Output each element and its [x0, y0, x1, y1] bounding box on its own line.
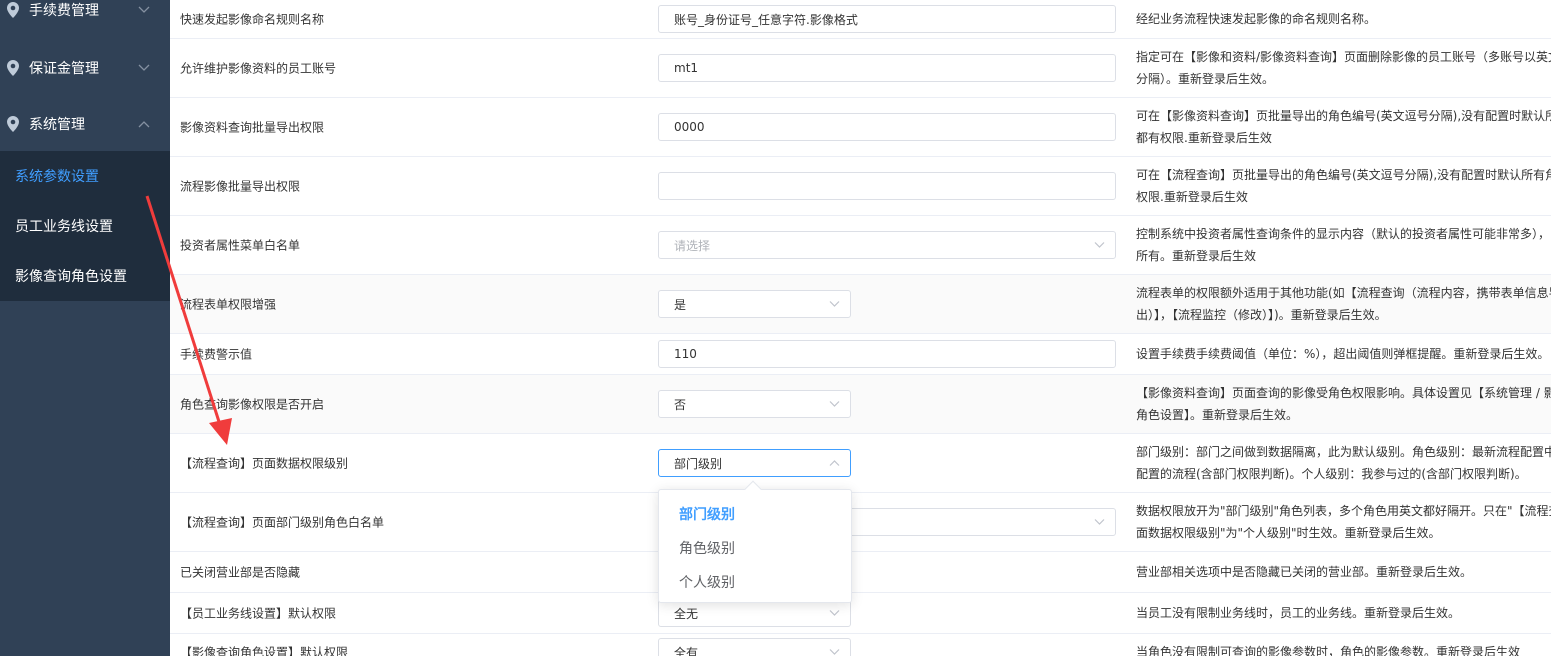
table-row: 角色查询影像权限是否开启 否 【影像资料查询】页面查询的影像受角色权限影响。具体…	[170, 375, 1551, 434]
param-select[interactable]: 全无	[658, 599, 851, 627]
param-name: 【员工业务线设置】默认权限	[180, 606, 337, 621]
dropdown-option[interactable]: 角色级别	[659, 531, 851, 565]
table-row: 【流程查询】页面部门级别角色白名单 数据权限放开为"部门级别"角色列表，多个角色…	[170, 493, 1551, 552]
menu-margin-management[interactable]: 保证金管理	[0, 42, 170, 94]
param-select[interactable]: 否	[658, 390, 851, 418]
param-input[interactable]: mt1	[658, 54, 1116, 82]
param-name: 流程影像批量导出权限	[180, 179, 301, 194]
select-value: 全无	[674, 606, 699, 621]
table-row: 手续费警示值 110 设置手续费手续费阈值（单位：%），超出阈值则弹框提醒。重新…	[170, 334, 1551, 375]
param-desc: 可在【影像资料查询】页批量导出的角色编号(英文逗号分隔),没有配置时默认所 都有权…	[1136, 109, 1551, 145]
dropdown-option[interactable]: 部门级别	[659, 497, 851, 531]
param-name: 手续费警示值	[180, 347, 253, 362]
chevron-down-icon	[829, 610, 840, 616]
menu-label: 手续费管理	[29, 3, 99, 19]
menu-system-management[interactable]: 系统管理	[0, 98, 170, 150]
param-select[interactable]: 请选择	[658, 231, 1116, 259]
param-desc: 部门级别：部门之间做到数据隔离，此为默认级别。角色级别：最新流程配置中 配置的流程…	[1136, 445, 1551, 481]
param-name: 已关闭营业部是否隐藏	[180, 565, 301, 580]
param-select[interactable]: 是	[658, 290, 851, 318]
param-select[interactable]: 全有	[658, 638, 851, 656]
table-row: 投资者属性菜单白名单 请选择 控制系统中投资者属性查询条件的显示内容（默认的投资…	[170, 216, 1551, 275]
menu-label: 系统管理	[29, 117, 85, 133]
param-desc: 可在【流程查询】页批量导出的角色编号(英文逗号分隔),没有配置时默认所有角 权限.…	[1136, 168, 1551, 204]
location-pin-icon	[7, 2, 19, 18]
menu-fee-management[interactable]: 手续费管理	[0, 0, 170, 36]
param-input[interactable]: 0000	[658, 113, 1116, 141]
location-pin-icon	[7, 60, 19, 76]
param-name: 允许维护影像资料的员工账号	[180, 61, 337, 76]
param-name: 【影像查询角色设置】默认权限	[180, 645, 349, 656]
param-desc: 数据权限放开为"部门级别"角色列表，多个角色用英文都好隔开。只在"【流程查 面数据…	[1136, 504, 1551, 540]
param-name: 【流程查询】页面数据权限级别	[180, 456, 349, 471]
param-desc: 控制系统中投资者属性查询条件的显示内容（默认的投资者属性可能非常多）， 所有。重新…	[1136, 227, 1551, 263]
submenu-system-params[interactable]: 系统参数设置	[0, 151, 170, 201]
table-row: 已关闭营业部是否隐藏 营业部相关选项中是否隐藏已关闭的营业部。重新登录后生效。	[170, 552, 1551, 593]
param-desc: 指定可在【影像和资料/影像资料查询】页面删除影像的员工账号（多账号以英文 分隔）。…	[1136, 50, 1551, 86]
chevron-down-icon	[1094, 519, 1105, 525]
table-row: 【员工业务线设置】默认权限 全无 当员工没有限制业务线时，员工的业务线。重新登录…	[170, 593, 1551, 634]
chevron-up-icon	[138, 121, 150, 128]
select-placeholder: 请选择	[674, 238, 711, 253]
param-desc: 当角色没有限制可查询的影像参数时，角色的影像参数。重新登录后生效	[1136, 645, 1521, 656]
param-input[interactable]: 账号_身份证号_任意字符.影像格式	[658, 5, 1116, 33]
sidebar: 手续费管理 保证金管理 系统管理 系统参数设置 员工业务线设置 影像查询角色设置	[0, 0, 170, 656]
chevron-down-icon	[138, 64, 150, 71]
param-name: 快速发起影像命名规则名称	[180, 12, 325, 27]
param-select-open[interactable]: 部门级别	[658, 449, 851, 477]
param-name: 【流程查询】页面部门级别角色白名单	[180, 515, 385, 530]
chevron-up-icon	[829, 460, 840, 466]
param-desc: 设置手续费手续费阈值（单位：%），超出阈值则弹框提醒。重新登录后生效。	[1136, 347, 1550, 361]
select-value: 是	[674, 297, 687, 312]
select-value: 否	[674, 397, 687, 412]
param-input[interactable]	[658, 172, 1116, 200]
param-name: 角色查询影像权限是否开启	[180, 397, 325, 412]
chevron-down-icon	[829, 301, 840, 307]
param-name: 影像资料查询批量导出权限	[180, 120, 325, 135]
chevron-down-icon	[829, 649, 840, 655]
table-row: 流程影像批量导出权限 可在【流程查询】页批量导出的角色编号(英文逗号分隔),没有…	[170, 157, 1551, 216]
param-desc: 营业部相关选项中是否隐藏已关闭的营业部。重新登录后生效。	[1136, 565, 1473, 579]
param-desc: 流程表单的权限额外适用于其他功能(如【流程查询（流程内容，携带表单信息导 出）】，…	[1136, 286, 1551, 322]
param-table: 快速发起影像命名规则名称 账号_身份证号_任意字符.影像格式 经纪业务流程快速发…	[170, 0, 1551, 656]
table-row: 影像资料查询批量导出权限 0000 可在【影像资料查询】页批量导出的角色编号(英…	[170, 98, 1551, 157]
submenu-employee-business-line[interactable]: 员工业务线设置	[0, 201, 170, 251]
table-row: 【流程查询】页面数据权限级别 部门级别 部门级别：部门之间做到数据隔离，此为默认…	[170, 434, 1551, 493]
chevron-down-icon	[829, 401, 840, 407]
table-row: 【影像查询角色设置】默认权限 全有 当角色没有限制可查询的影像参数时，角色的影像…	[170, 634, 1551, 656]
select-value: 全有	[674, 645, 699, 656]
table-row: 允许维护影像资料的员工账号 mt1 指定可在【影像和资料/影像资料查询】页面删除…	[170, 39, 1551, 98]
select-dropdown: 部门级别 角色级别 个人级别	[658, 480, 852, 603]
system-management-submenu: 系统参数设置 员工业务线设置 影像查询角色设置	[0, 151, 170, 301]
table-row: 快速发起影像命名规则名称 账号_身份证号_任意字符.影像格式 经纪业务流程快速发…	[170, 0, 1551, 39]
chevron-down-icon	[138, 6, 150, 13]
table-row: 流程表单权限增强 是 流程表单的权限额外适用于其他功能(如【流程查询（流程内容，…	[170, 275, 1551, 334]
submenu-image-query-role[interactable]: 影像查询角色设置	[0, 251, 170, 301]
select-value: 部门级别	[674, 456, 723, 471]
location-pin-icon	[7, 116, 19, 132]
dropdown-option[interactable]: 个人级别	[659, 565, 851, 599]
chevron-down-icon	[1094, 242, 1105, 248]
param-desc: 【影像资料查询】页面查询的影像受角色权限影响。具体设置见【系统管理 / 影角色设…	[1136, 386, 1551, 422]
param-desc: 经纪业务流程快速发起影像的命名规则名称。	[1136, 12, 1377, 26]
param-name: 流程表单权限增强	[180, 297, 277, 312]
param-desc: 当员工没有限制业务线时，员工的业务线。重新登录后生效。	[1136, 606, 1461, 620]
param-name: 投资者属性菜单白名单	[180, 238, 301, 253]
menu-label: 保证金管理	[29, 61, 99, 77]
param-input[interactable]: 110	[658, 340, 1116, 368]
